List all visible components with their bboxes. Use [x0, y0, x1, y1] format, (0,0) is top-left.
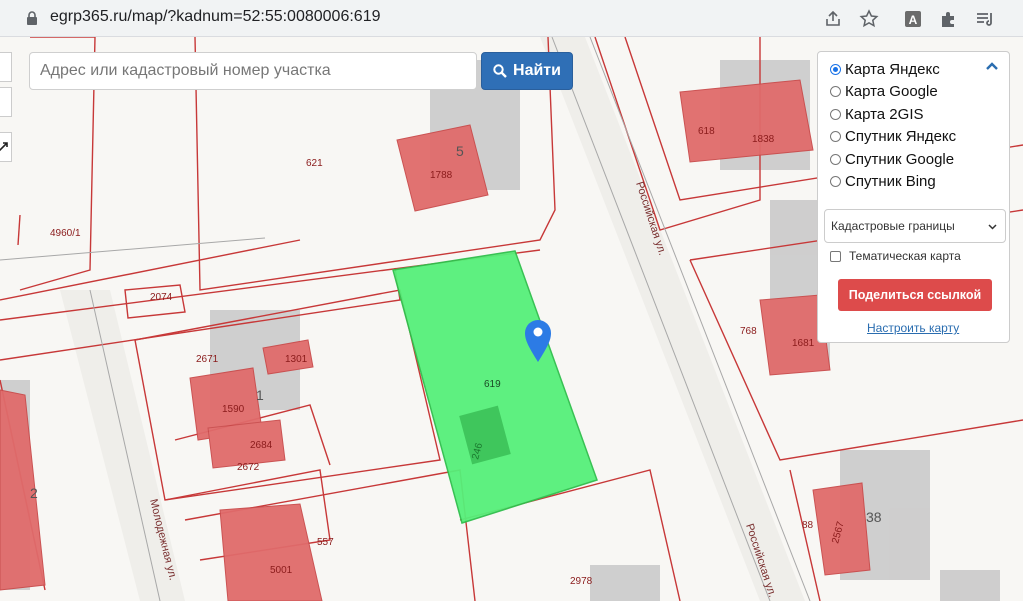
thematic-map-toggle[interactable]: Тематическая карта — [830, 249, 961, 263]
playlist-icon[interactable] — [974, 8, 996, 30]
parcel-label: 621 — [306, 158, 323, 169]
search-input[interactable] — [38, 53, 472, 89]
parcel-label: 2978 — [570, 576, 593, 587]
selected-parcel-label: 619 — [484, 379, 501, 390]
parcel-label: 2672 — [237, 462, 260, 473]
parcel-label: 2074 — [150, 292, 173, 303]
lock-icon[interactable] — [26, 11, 38, 25]
building-number: 2 — [30, 485, 38, 501]
parcel-label: 2684 — [250, 440, 273, 451]
radio-button[interactable] — [830, 85, 841, 97]
search-icon — [493, 64, 507, 78]
expand-icon — [0, 142, 8, 152]
configure-map-link[interactable]: Настроить карту — [867, 321, 959, 335]
share-icon[interactable] — [822, 8, 844, 30]
chevron-down-icon — [988, 224, 997, 230]
share-link-button[interactable]: Поделиться ссылкой — [838, 279, 992, 311]
puzzle-icon[interactable] — [938, 8, 960, 30]
layer-option-google-satellite[interactable]: Спутник Google — [830, 149, 954, 169]
extension-a-icon[interactable]: A — [902, 8, 924, 30]
layer-option-label: Карта 2GIS — [845, 105, 924, 123]
parcel-label: 1788 — [430, 170, 453, 181]
parcel-label: 1301 — [285, 354, 308, 365]
layer-option-bing-satellite[interactable]: Спутник Bing — [830, 171, 936, 191]
parcel-label: 618 — [698, 126, 715, 137]
building-number: 5 — [456, 143, 464, 159]
parcel-label: 768 — [740, 326, 757, 337]
parcel-label: 88 — [802, 520, 814, 531]
layer-option-yandex-map[interactable]: Карта Яндекс — [830, 59, 940, 79]
chevron-up-icon[interactable] — [985, 61, 999, 71]
layer-option-label: Карта Google — [845, 82, 938, 100]
radio-button[interactable] — [830, 108, 841, 120]
address-bar-url[interactable]: egrp365.ru/map/?kadnum=52:55:0080006:619 — [50, 8, 380, 26]
search-button-label: Найти — [513, 62, 561, 79]
thematic-map-checkbox[interactable] — [830, 250, 841, 262]
building-number: 1 — [256, 387, 264, 403]
zoom-in-button[interactable] — [0, 52, 12, 82]
parcel-label: 1681 — [792, 338, 815, 349]
parcel-label: 5001 — [270, 565, 293, 576]
svg-text:A: A — [909, 13, 918, 27]
parcel-label: 4960/1 — [50, 228, 81, 239]
layer-option-label: Спутник Яндекс — [845, 127, 957, 145]
radio-button[interactable] — [830, 63, 841, 75]
layer-option-label: Спутник Bing — [845, 172, 936, 190]
layer-option-label: Карта Яндекс — [845, 60, 940, 78]
radio-button[interactable] — [830, 130, 841, 142]
parcel-label: 2671 — [196, 354, 219, 365]
thematic-map-label: Тематическая карта — [849, 249, 961, 263]
layer-option-google-map[interactable]: Карта Google — [830, 81, 938, 101]
zoom-out-button[interactable] — [0, 87, 12, 117]
fullscreen-button[interactable] — [0, 132, 12, 162]
parcel-label: 557 — [317, 537, 334, 548]
boundaries-select-value: Кадастровые границы — [831, 219, 955, 233]
radio-button[interactable] — [830, 175, 841, 187]
browser-toolbar: egrp365.ru/map/?kadnum=52:55:0080006:619… — [0, 0, 1023, 37]
layer-option-2gis-map[interactable]: Карта 2GIS — [830, 104, 924, 124]
boundaries-select[interactable]: Кадастровые границы — [824, 209, 1006, 243]
radio-button[interactable] — [830, 153, 841, 165]
parcel-label: 1838 — [752, 134, 775, 145]
parcel-label: 1590 — [222, 404, 245, 415]
building-number: 38 — [866, 509, 882, 525]
layer-option-label: Спутник Google — [845, 150, 955, 168]
star-icon[interactable] — [858, 8, 880, 30]
search-box — [29, 52, 477, 90]
search-button[interactable]: Найти — [481, 52, 573, 90]
layer-option-yandex-satellite[interactable]: Спутник Яндекс — [830, 126, 956, 146]
map-layers-panel: Карта Яндекс Карта Google Карта 2GIS Спу… — [817, 51, 1010, 343]
